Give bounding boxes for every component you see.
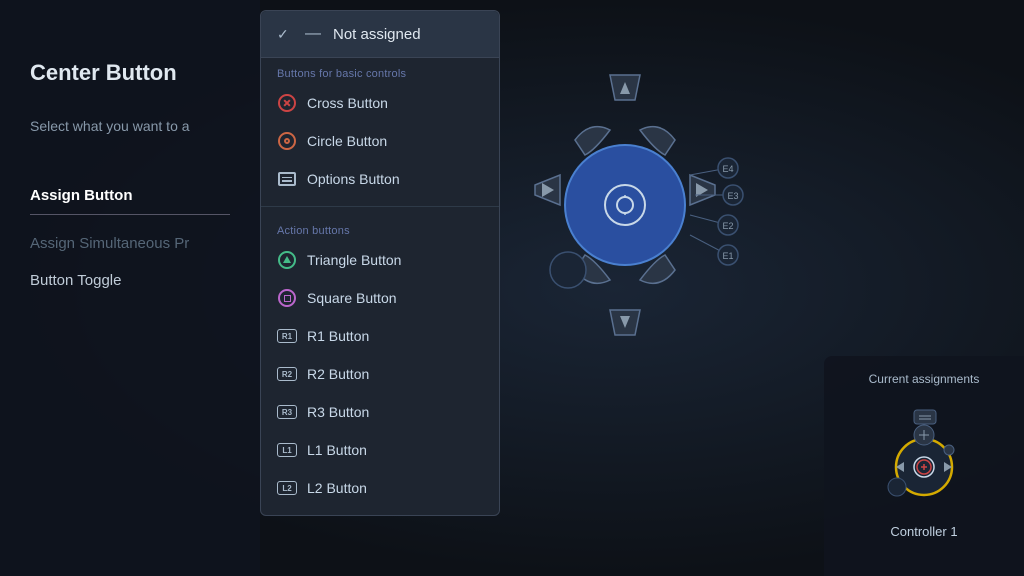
l2-icon: L2 <box>277 478 297 498</box>
r3-icon: R3 <box>277 402 297 422</box>
circle-icon <box>277 131 297 151</box>
mini-controller-diagram <box>859 402 989 512</box>
menu-item-assign-button[interactable]: Assign Button <box>30 177 230 215</box>
svg-text:E2: E2 <box>722 221 733 231</box>
circle-button-label: Circle Button <box>307 133 387 149</box>
page-subtitle: Select what you want to a <box>30 116 230 137</box>
triangle-icon <box>277 250 297 270</box>
dropdown-selected-text: Not assigned <box>333 26 421 43</box>
dropdown-item-r3[interactable]: R3 R3 Button <box>261 393 499 431</box>
triangle-button-label: Triangle Button <box>307 252 401 268</box>
r2-button-label: R2 Button <box>307 366 369 382</box>
cross-button-label: Cross Button <box>307 95 388 111</box>
dropdown-item-l2[interactable]: L2 L2 Button <box>261 469 499 507</box>
section-divider <box>261 206 499 207</box>
left-panel: Center Button Select what you want to a … <box>0 0 260 576</box>
r2-icon: R2 <box>277 364 297 384</box>
options-button-label: Options Button <box>307 171 400 187</box>
dropdown-item-triangle[interactable]: Triangle Button <box>261 241 499 279</box>
dropdown-item-circle[interactable]: Circle Button <box>261 122 499 160</box>
assignments-panel: Current assignments Controller 1 <box>824 356 1024 576</box>
dropdown-item-options[interactable]: Options Button <box>261 160 499 198</box>
l2-button-label: L2 Button <box>307 480 367 496</box>
dropdown-menu: ✓ — Not assigned Buttons for basic contr… <box>260 10 500 516</box>
dropdown-item-square[interactable]: Square Button <box>261 279 499 317</box>
check-icon: ✓ <box>277 26 293 43</box>
dropdown-item-r2[interactable]: R2 R2 Button <box>261 355 499 393</box>
section-label-action: Action buttons <box>261 215 499 241</box>
page-title: Center Button <box>30 60 230 86</box>
square-button-label: Square Button <box>307 290 397 306</box>
controller-label: Controller 1 <box>890 524 957 539</box>
menu-item-button-toggle[interactable]: Button Toggle <box>30 262 230 299</box>
r3-button-label: R3 Button <box>307 404 369 420</box>
section-label-basic: Buttons for basic controls <box>261 58 499 84</box>
cross-icon <box>277 93 297 113</box>
controller-diagram: E4 E3 E2 E1 <box>480 20 770 400</box>
square-icon <box>277 288 297 308</box>
dropdown-item-r1[interactable]: R1 R1 Button <box>261 317 499 355</box>
l1-icon: L1 <box>277 440 297 460</box>
dash-icon: — <box>303 25 323 43</box>
dropdown-item-cross[interactable]: Cross Button <box>261 84 499 122</box>
svg-text:E4: E4 <box>722 164 733 174</box>
options-icon <box>277 169 297 189</box>
dropdown-header[interactable]: ✓ — Not assigned <box>261 11 499 58</box>
r1-icon: R1 <box>277 326 297 346</box>
dropdown-item-l1[interactable]: L1 L1 Button <box>261 431 499 469</box>
menu-item-assign-simultaneous[interactable]: Assign Simultaneous Pr <box>30 225 230 262</box>
svg-text:E3: E3 <box>727 191 738 201</box>
l1-button-label: L1 Button <box>307 442 367 458</box>
svg-text:E1: E1 <box>722 251 733 261</box>
r1-button-label: R1 Button <box>307 328 369 344</box>
assignments-title: Current assignments <box>869 372 980 386</box>
